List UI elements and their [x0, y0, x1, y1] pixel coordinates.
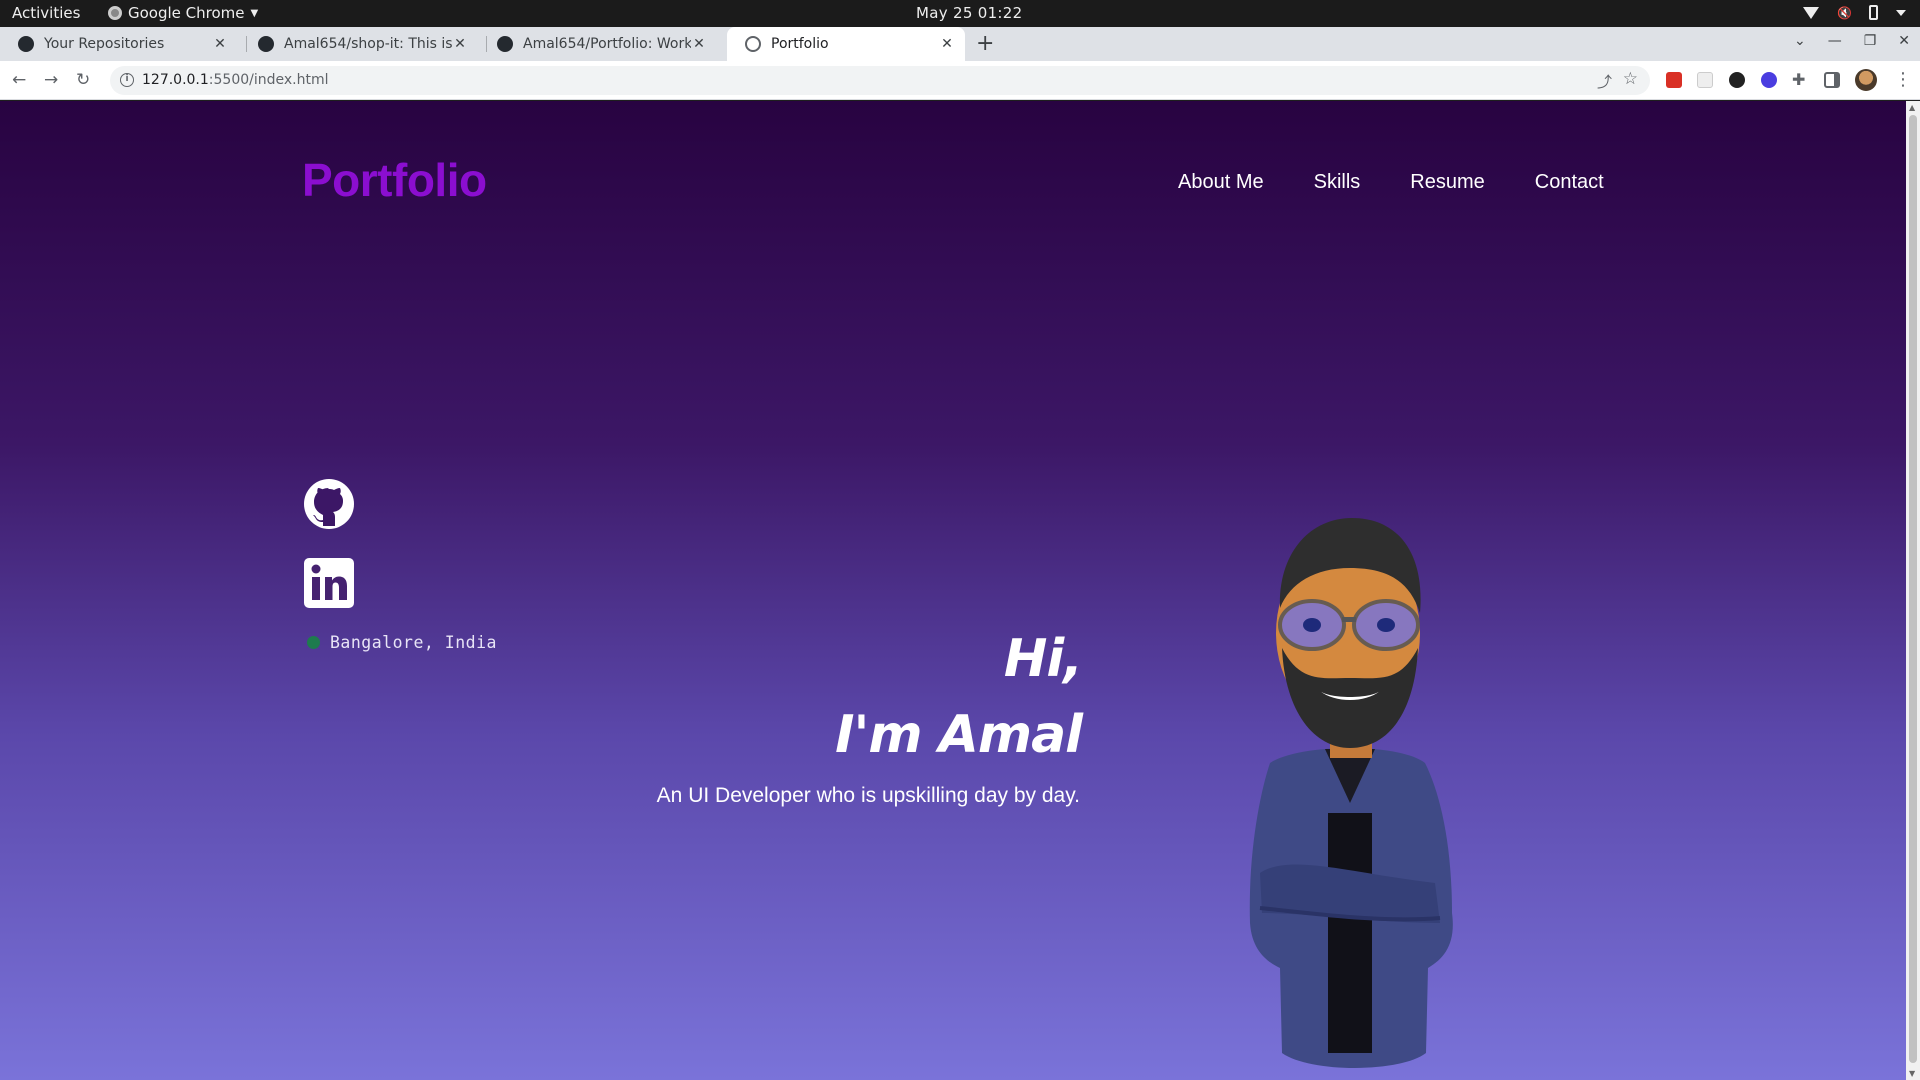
location-status-dot — [307, 636, 320, 649]
close-icon[interactable]: ✕ — [939, 36, 955, 52]
tab-title: Your Repositories — [44, 36, 165, 52]
close-icon[interactable]: ✕ — [452, 36, 468, 52]
linkedin-icon[interactable] — [304, 558, 354, 608]
scrollbar-thumb[interactable] — [1909, 115, 1917, 1063]
wifi-icon — [1803, 6, 1819, 19]
extension-blue-icon[interactable] — [1761, 72, 1777, 88]
greeting-line-1: Hi, — [1003, 629, 1083, 689]
scroll-down-icon[interactable]: ▼ — [1909, 1069, 1915, 1078]
github-icon[interactable] — [304, 479, 354, 529]
tab-search-icon[interactable]: ⌄ — [1794, 33, 1806, 49]
volume-muted-icon: 🔇 — [1837, 5, 1852, 20]
extension-openai-icon[interactable] — [1729, 72, 1745, 88]
close-window-icon[interactable]: ✕ — [1898, 33, 1910, 49]
new-tab-button[interactable]: + — [976, 31, 994, 56]
window-controls: ⌄ — ❐ ✕ — [1794, 33, 1910, 49]
close-icon[interactable]: ✕ — [691, 36, 707, 52]
bookmark-star-icon[interactable]: ☆ — [1623, 69, 1638, 89]
github-icon — [497, 36, 513, 52]
tagline: An UI Developer who is upskilling day by… — [656, 784, 1080, 807]
location-text: Bangalore, India — [330, 633, 497, 652]
page-scrollbar[interactable]: ▲ ▼ — [1906, 101, 1920, 1080]
activities-button[interactable]: Activities — [12, 4, 80, 22]
menu-kebab-icon[interactable]: ⋮ — [1894, 69, 1912, 90]
chevron-down-icon — [1896, 9, 1906, 16]
extensions-puzzle-icon[interactable]: ✚ — [1792, 72, 1808, 88]
nav-about-me[interactable]: About Me — [1178, 171, 1264, 194]
app-menu[interactable]: Google Chrome ▼ — [108, 4, 258, 22]
url-host: 127.0.0.1 — [142, 72, 209, 88]
tab-strip: Your Repositories ✕ Amal654/shop-it: Thi… — [0, 27, 1920, 61]
close-icon[interactable]: ✕ — [212, 36, 228, 52]
profile-avatar[interactable] — [1855, 69, 1877, 91]
url-text[interactable]: 127.0.0.1:5500/index.html — [142, 72, 329, 88]
reload-icon[interactable]: ↻ — [76, 70, 90, 90]
app-name: Google Chrome — [128, 4, 245, 22]
system-tray[interactable]: 🔇 — [1803, 5, 1906, 20]
chrome-icon — [108, 6, 122, 20]
tab-title: Amal654/shop-it: This is a — [284, 36, 452, 52]
back-icon[interactable]: ← — [12, 70, 26, 90]
url-path: :5500/index.html — [208, 72, 329, 88]
nav-skills[interactable]: Skills — [1314, 171, 1361, 194]
tab-your-repositories[interactable]: Your Repositories ✕ — [0, 27, 238, 61]
tab-title: Portfolio — [771, 36, 829, 52]
extension-red-icon[interactable] — [1666, 72, 1682, 88]
nav-resume[interactable]: Resume — [1410, 171, 1484, 194]
address-bar[interactable]: i 127.0.0.1:5500/index.html ⤴ ☆ — [110, 66, 1650, 95]
tab-portfolio-repo[interactable]: Amal654/Portfolio: Work ✕ — [479, 27, 717, 61]
globe-icon — [745, 36, 761, 52]
main-nav: About Me Skills Resume Contact — [1178, 171, 1604, 194]
scroll-up-icon[interactable]: ▲ — [1909, 103, 1915, 112]
location: Bangalore, India — [307, 633, 497, 652]
info-icon[interactable]: i — [120, 73, 134, 87]
tab-shop-it[interactable]: Amal654/shop-it: This is a ✕ — [240, 27, 478, 61]
tab-portfolio[interactable]: Portfolio ✕ — [727, 27, 965, 61]
page-viewport: Portfolio About Me Skills Resume Contact… — [0, 101, 1906, 1080]
chevron-down-icon: ▼ — [250, 7, 259, 19]
browser-toolbar: ← → ↻ i 127.0.0.1:5500/index.html ⤴ ☆ ✚ … — [0, 61, 1920, 100]
share-icon[interactable]: ⤴ — [1597, 71, 1612, 92]
forward-icon[interactable]: → — [44, 70, 58, 90]
side-panel-icon[interactable] — [1824, 72, 1840, 88]
github-icon — [258, 36, 274, 52]
avatar-illustration — [1249, 518, 1453, 1068]
battery-icon — [1869, 5, 1878, 20]
github-icon — [18, 36, 34, 52]
tab-title: Amal654/Portfolio: Work — [523, 36, 691, 52]
nav-contact[interactable]: Contact — [1535, 171, 1604, 194]
extension-blank-icon[interactable] — [1697, 72, 1713, 88]
restore-icon[interactable]: ❐ — [1864, 33, 1877, 49]
greeting-line-2: I'm Amal — [835, 705, 1083, 765]
site-logo[interactable]: Portfolio — [302, 153, 487, 207]
system-clock[interactable]: May 25 01:22 — [916, 4, 1022, 22]
minimize-icon[interactable]: — — [1828, 33, 1842, 49]
system-top-bar: Activities Google Chrome ▼ May 25 01:22 … — [0, 0, 1920, 27]
